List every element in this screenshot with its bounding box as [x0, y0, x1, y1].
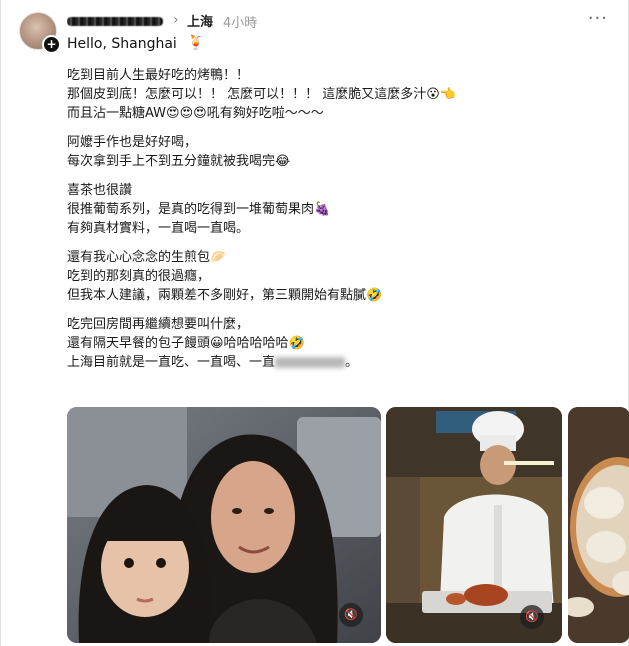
mute-icon[interactable]: 🔇: [339, 603, 363, 627]
text-line: 阿嬤手作也是好好喝，: [67, 135, 198, 150]
dumplings-illustration: [568, 407, 629, 643]
post-heading: Hello, Shanghai: [67, 36, 177, 52]
location-tag[interactable]: 上海: [187, 11, 213, 30]
text-line: 每次拿到手上不到五分鐘就被我喝完😂: [67, 154, 291, 169]
username-redacted[interactable]: [67, 12, 165, 28]
selfie-illustration: [67, 407, 381, 643]
text-line: 有夠真材實料，一直喝一直喝。: [67, 221, 250, 236]
text-line: 還有隔天早餐的包子饅頭😀哈哈哈哈哈🤣: [67, 336, 305, 351]
text-line: 但我本人建議，兩顆差不多剛好，第三顆開始有點膩🤣: [67, 288, 383, 303]
drink-emoji: 🍹: [187, 35, 205, 51]
post-card: + › 上海 4小時 ··· Hello, Shanghai 🍹 吃到目前人生最…: [0, 0, 629, 646]
redaction-mark: [67, 17, 163, 26]
paragraph-duck: 吃到目前人生最好吃的烤鴨！！ 那個皮到底！怎麼可以！！ 怎麼可以！！！ 這麼脆又…: [67, 66, 607, 123]
chevron-right-icon: ›: [173, 12, 179, 28]
paragraph-closing: 吃完回房間再繼續想要叫什麼， 還有隔天早餐的包子饅頭😀哈哈哈哈哈🤣 上海目前就是…: [67, 315, 607, 372]
text-line-redacted: 上海目前就是一直吃、一直喝、一直 。: [67, 353, 607, 372]
text-fragment: 。: [345, 355, 359, 370]
dumplings-photo[interactable]: [568, 407, 629, 643]
selfie-video[interactable]: 🔇: [67, 407, 381, 643]
text-line: 很推葡萄系列，是真的吃得到一堆葡萄果肉🍇: [67, 202, 331, 217]
text-line: 吃到的那刻真的很過癮，: [67, 269, 211, 284]
text-line: 吃完回房間再繼續想要叫什麼，: [67, 317, 250, 332]
avatar[interactable]: +: [19, 12, 61, 54]
text-fragment: 上海目前就是一直吃、一直喝、一直: [67, 355, 276, 370]
more-options-icon[interactable]: ···: [588, 8, 608, 29]
paragraph-heytea: 喜茶也很讚 很推葡萄系列，是真的吃得到一堆葡萄果肉🍇 有夠真材實料，一直喝一直喝…: [67, 181, 607, 238]
text-line: 喜茶也很讚: [67, 183, 133, 198]
redaction-mark: [275, 357, 346, 368]
text-line: 還有我心心念念的生煎包🥟: [67, 250, 227, 265]
paragraph-buns: 還有我心心念念的生煎包🥟 吃到的那刻真的很過癮， 但我本人建議，兩顆差不多剛好，…: [67, 248, 607, 305]
chef-video[interactable]: 🔇: [386, 407, 562, 643]
paragraph-drink: 阿嬤手作也是好好喝， 每次拿到手上不到五分鐘就被我喝完😂: [67, 133, 607, 171]
text-line: 那個皮到底！怎麼可以！！ 怎麼可以！！！ 這麼脆又這麼多汁😮👈: [67, 87, 457, 102]
text-line: 吃到目前人生最好吃的烤鴨！！: [67, 68, 250, 83]
text-line: 而且沾一點糖AW😍😍😍吼有夠好吃啦～～～: [67, 106, 324, 121]
post-body: 吃到目前人生最好吃的烤鴨！！ 那個皮到底！怎麼可以！！ 怎麼可以！！！ 這麼脆又…: [67, 66, 607, 382]
mute-icon[interactable]: 🔇: [520, 605, 544, 629]
post-timestamp: 4小時: [223, 16, 258, 31]
follow-plus-icon[interactable]: +: [42, 35, 61, 54]
